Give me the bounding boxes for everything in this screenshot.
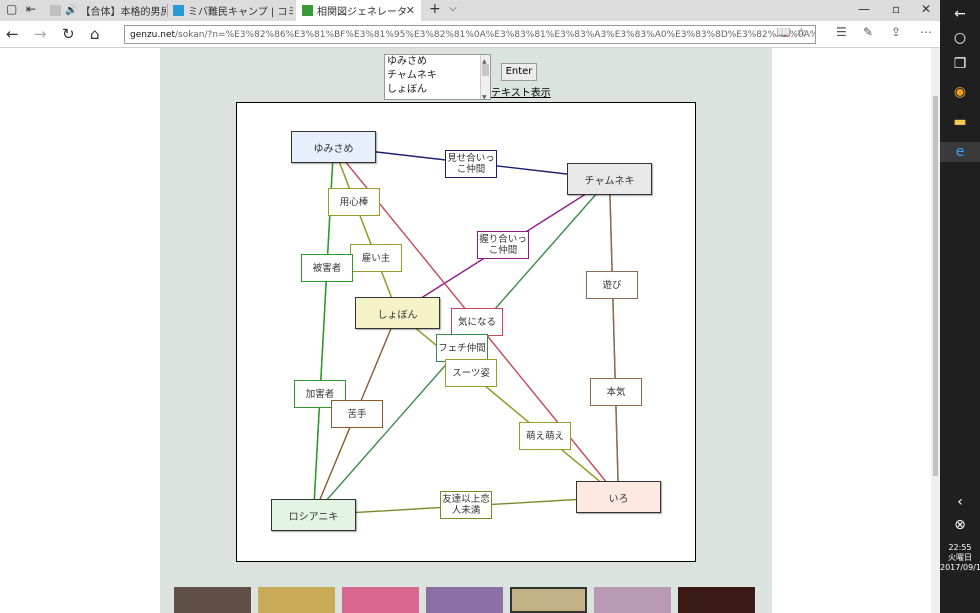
thumbnail-link[interactable] (426, 587, 503, 613)
edge-label: 雇い主 (350, 244, 402, 272)
tab-1[interactable]: 🔊 【合体】本格的男尻祭20 (44, 0, 166, 21)
clock-day: 火曜日 (948, 553, 972, 562)
star-icon[interactable]: ☆ (796, 25, 807, 39)
minimize-icon[interactable]: — (858, 2, 870, 16)
enter-button[interactable]: Enter (501, 63, 537, 81)
close-tab-icon[interactable]: ✕ (406, 4, 415, 17)
node-shobon: しょぼん (355, 297, 440, 329)
edge-line (608, 178, 620, 498)
edge-label: 握り合いっこ仲間 (477, 231, 529, 259)
taskbar: ← ○ ❐ ◉ ▬ e ‹ ⊗ 22:55 火曜日 2017/09/19 (940, 0, 980, 613)
home-icon[interactable]: ⌂ (90, 24, 100, 44)
tab-strip: ▢ ⇤ 🔊 【合体】本格的男尻祭20 ミバ難民キャンプ | コミュニティ 相関図… (0, 0, 940, 21)
pen-icon[interactable]: ✎ (863, 25, 873, 39)
edge-label: 見せ合いっこ仲間 (445, 150, 497, 178)
name-line: しょぼん (387, 84, 427, 95)
address-path: /sokan/?n=%E3%82%86%E3%81%BF%E3%81%95%E3… (175, 29, 815, 40)
edge-label: 用心棒 (328, 188, 380, 216)
chevron-left-icon[interactable]: ‹ (950, 492, 970, 512)
share-icon[interactable]: ⇪ (891, 25, 901, 39)
edge-label: 被害者 (301, 254, 353, 282)
tab-title: 相関図ジェネレータ (317, 7, 407, 18)
text-display-link[interactable]: テキスト表示 (491, 84, 551, 99)
speaker-icon: 🔊 (65, 5, 78, 16)
back-arrow-icon[interactable]: ← (6, 24, 19, 44)
tab-title: ミバ難民キャンプ | コミュニティ (188, 7, 293, 18)
edge-label: 気になる (451, 308, 503, 336)
forward-arrow-icon[interactable]: → (34, 24, 47, 44)
address-bar[interactable]: genzu.net/sokan/?n=%E3%82%86%E3%81%BF%E3… (124, 25, 816, 44)
tab-title: 【合体】本格的男尻祭20 (80, 7, 166, 18)
chevron-down-icon[interactable]: ⌵ (449, 3, 457, 14)
edge-label: 苦手 (331, 400, 383, 428)
thumbnail-link[interactable] (174, 587, 251, 613)
edge-label: 遊び (586, 271, 638, 299)
site-favicon-icon (302, 5, 313, 16)
scroll-down-icon[interactable]: ▼ (482, 91, 487, 99)
textarea-scrollbar[interactable]: ▲ ▼ (480, 55, 490, 99)
more-icon[interactable]: ⋯ (920, 25, 932, 39)
clock: 22:55 火曜日 2017/09/19 (940, 543, 980, 573)
site-favicon-icon (173, 5, 184, 16)
clock-time: 22:55 (948, 543, 972, 552)
address-host: genzu.net (130, 29, 176, 40)
thumbnail-link[interactable] (510, 587, 587, 613)
node-chamu: チャムネキ (567, 163, 652, 195)
edge-label: スーツ姿 (445, 359, 497, 387)
folder-icon[interactable]: ▬ (950, 112, 970, 132)
edge-label: フェチ仲間 (436, 334, 488, 362)
tab-3-active[interactable]: 相関図ジェネレータ ✕ (296, 0, 421, 21)
node-iro: いろ (576, 481, 661, 513)
relationship-diagram: 見せ合いっこ仲間用心棒雇い主 被害者 握り合いっこ仲間遊び気になる フェチ仲間 スーツ姿… (236, 102, 696, 562)
maximize-icon[interactable]: ▫ (892, 2, 900, 16)
page-scrollbar[interactable] (931, 48, 940, 613)
scroll-thumb[interactable] (482, 64, 489, 76)
app-icon[interactable]: ◉ (950, 82, 970, 102)
edge-label: 友達以上恋人未満 (440, 491, 492, 519)
reading-view-icon[interactable]: 📖 (776, 25, 791, 39)
thumbnail-link[interactable] (678, 587, 755, 613)
notifications-icon[interactable]: ⊗ (950, 515, 970, 535)
edge-browser-icon[interactable]: e (940, 142, 980, 162)
node-yumisame: ゆみさめ (291, 131, 376, 163)
clock-date: 2017/09/19 (940, 563, 980, 572)
edge-line (332, 146, 399, 314)
back-icon[interactable]: ← (950, 4, 970, 24)
edge-line (397, 312, 619, 498)
refresh-icon[interactable]: ↻ (62, 24, 75, 44)
page-scroll-thumb[interactable] (933, 96, 938, 476)
name-line: ゆみさめ (387, 56, 427, 67)
thumbnail-link[interactable] (258, 587, 335, 613)
tab-preview-icon[interactable]: ▢ (6, 2, 17, 16)
thumbnail-link[interactable] (594, 587, 671, 613)
node-roshia: ロシアニキ (271, 499, 356, 531)
tab-2[interactable]: ミバ難民キャンプ | コミュニティ (168, 0, 293, 21)
cortana-icon[interactable]: ○ (950, 28, 970, 48)
task-view-icon[interactable]: ❐ (950, 54, 970, 74)
set-aside-tabs-icon[interactable]: ⇤ (26, 2, 36, 16)
page-content: ゆみさめ チャムネキ しょぼん ▲ ▼ Enter テキスト表示 見せ合いっこ仲… (0, 48, 931, 613)
new-tab-icon[interactable]: + (429, 1, 441, 17)
edge-label: 本気 (590, 378, 642, 406)
page-icon (50, 5, 61, 16)
close-window-icon[interactable]: ✕ (921, 2, 931, 16)
edge-label: 萌え萌え (519, 422, 571, 450)
names-textarea[interactable]: ゆみさめ チャムネキ しょぼん ▲ ▼ (384, 54, 491, 100)
favorites-hub-icon[interactable]: ☰ (836, 25, 847, 39)
thumbnail-link[interactable] (342, 587, 419, 613)
name-line: チャムネキ (387, 70, 437, 81)
navigation-bar: ← → ↻ ⌂ genzu.net/sokan/?n=%E3%82%86%E3%… (0, 21, 940, 48)
